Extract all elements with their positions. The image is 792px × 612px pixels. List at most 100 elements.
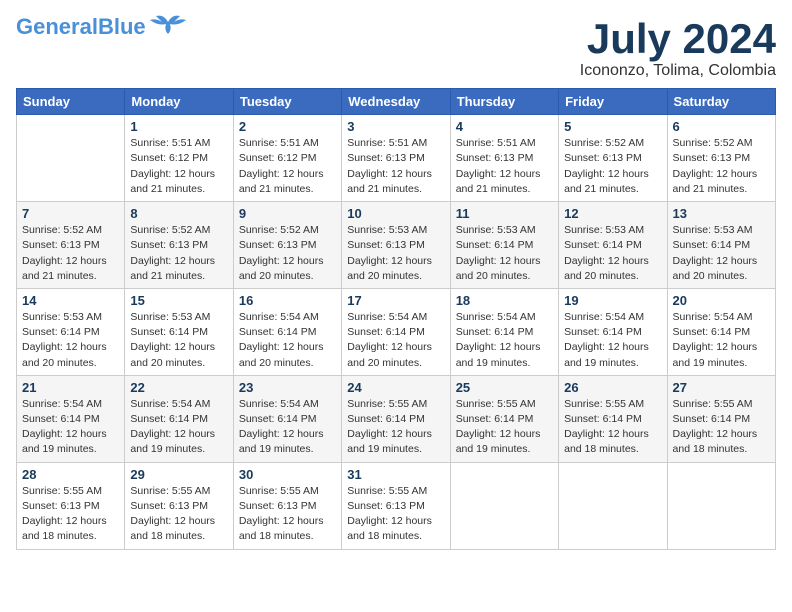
day-info: Sunrise: 5:54 AMSunset: 6:14 PMDaylight:… xyxy=(22,397,119,458)
day-number: 21 xyxy=(22,380,119,395)
day-number: 9 xyxy=(239,206,336,221)
day-number: 12 xyxy=(564,206,661,221)
day-number: 28 xyxy=(22,467,119,482)
table-row: 5Sunrise: 5:52 AMSunset: 6:13 PMDaylight… xyxy=(559,115,667,202)
table-row xyxy=(450,462,558,549)
day-info: Sunrise: 5:55 AMSunset: 6:14 PMDaylight:… xyxy=(564,397,661,458)
table-row: 25Sunrise: 5:55 AMSunset: 6:14 PMDayligh… xyxy=(450,375,558,462)
day-number: 11 xyxy=(456,206,553,221)
day-info: Sunrise: 5:55 AMSunset: 6:13 PMDaylight:… xyxy=(22,484,119,545)
table-row: 14 Sunrise: 5:53 AMSunset: 6:14 PMDayligh… xyxy=(17,288,125,375)
logo: GeneralBlue xyxy=(16,16,186,38)
day-number: 26 xyxy=(564,380,661,395)
day-number: 25 xyxy=(456,380,553,395)
table-row: 16 Sunrise: 5:54 AMSunset: 6:14 PMDayligh… xyxy=(233,288,341,375)
table-row: 12 Sunrise: 5:53 AMSunset: 6:14 PMDayligh… xyxy=(559,202,667,289)
calendar-week-row: 28 Sunrise: 5:55 AMSunset: 6:13 PMDayligh… xyxy=(17,462,776,549)
day-number: 30 xyxy=(239,467,336,482)
table-row: 23 Sunrise: 5:54 AMSunset: 6:14 PMDayligh… xyxy=(233,375,341,462)
day-info: Sunrise: 5:53 AMSunset: 6:13 PMDaylight:… xyxy=(347,223,444,284)
day-info: Sunrise: 5:53 AMSunset: 6:14 PMDaylight:… xyxy=(22,310,119,371)
table-row: 3 Sunrise: 5:51 AMSunset: 6:13 PMDaylight… xyxy=(342,115,450,202)
day-info: Sunrise: 5:52 AMSunset: 6:13 PMDaylight:… xyxy=(564,136,661,197)
logo-bird-icon xyxy=(150,12,186,34)
day-number: 22 xyxy=(130,380,227,395)
table-row xyxy=(667,462,775,549)
day-number: 16 xyxy=(239,293,336,308)
table-row: 19 Sunrise: 5:54 AMSunset: 6:14 PMDayligh… xyxy=(559,288,667,375)
day-info: Sunrise: 5:52 AMSunset: 6:13 PMDaylight:… xyxy=(673,136,770,197)
day-number: 4 xyxy=(456,119,553,134)
table-row: 10 Sunrise: 5:53 AMSunset: 6:13 PMDayligh… xyxy=(342,202,450,289)
day-number: 24 xyxy=(347,380,444,395)
table-row: 13 Sunrise: 5:53 AMSunset: 6:14 PMDayligh… xyxy=(667,202,775,289)
table-row: 6Sunrise: 5:52 AMSunset: 6:13 PMDaylight… xyxy=(667,115,775,202)
day-info: Sunrise: 5:51 AMSunset: 6:12 PMDaylight:… xyxy=(130,136,227,197)
day-number: 8 xyxy=(130,206,227,221)
calendar-week-row: 21 Sunrise: 5:54 AMSunset: 6:14 PMDayligh… xyxy=(17,375,776,462)
day-info: Sunrise: 5:52 AMSunset: 6:13 PMDaylight:… xyxy=(22,223,119,284)
day-info: Sunrise: 5:54 AMSunset: 6:14 PMDaylight:… xyxy=(130,397,227,458)
header-saturday: Saturday xyxy=(667,89,775,115)
day-number: 10 xyxy=(347,206,444,221)
header-monday: Monday xyxy=(125,89,233,115)
day-info: Sunrise: 5:53 AMSunset: 6:14 PMDaylight:… xyxy=(673,223,770,284)
table-row: 1 Sunrise: 5:51 AMSunset: 6:12 PMDaylight… xyxy=(125,115,233,202)
calendar-week-row: 14 Sunrise: 5:53 AMSunset: 6:14 PMDayligh… xyxy=(17,288,776,375)
table-row: 20 Sunrise: 5:54 AMSunset: 6:14 PMDayligh… xyxy=(667,288,775,375)
calendar-week-row: 7Sunrise: 5:52 AMSunset: 6:13 PMDaylight… xyxy=(17,202,776,289)
day-info: Sunrise: 5:51 AMSunset: 6:13 PMDaylight:… xyxy=(456,136,553,197)
header-wednesday: Wednesday xyxy=(342,89,450,115)
day-info: Sunrise: 5:53 AMSunset: 6:14 PMDaylight:… xyxy=(564,223,661,284)
day-info: Sunrise: 5:53 AMSunset: 6:14 PMDaylight:… xyxy=(456,223,553,284)
table-row: 7Sunrise: 5:52 AMSunset: 6:13 PMDaylight… xyxy=(17,202,125,289)
day-info: Sunrise: 5:54 AMSunset: 6:14 PMDaylight:… xyxy=(673,310,770,371)
day-number: 20 xyxy=(673,293,770,308)
logo-text: GeneralBlue xyxy=(16,16,146,38)
table-row: 26 Sunrise: 5:55 AMSunset: 6:14 PMDayligh… xyxy=(559,375,667,462)
day-info: Sunrise: 5:52 AMSunset: 6:13 PMDaylight:… xyxy=(130,223,227,284)
table-row: 30Sunrise: 5:55 AMSunset: 6:13 PMDayligh… xyxy=(233,462,341,549)
day-number: 31 xyxy=(347,467,444,482)
day-info: Sunrise: 5:51 AMSunset: 6:13 PMDaylight:… xyxy=(347,136,444,197)
day-info: Sunrise: 5:54 AMSunset: 6:14 PMDaylight:… xyxy=(564,310,661,371)
day-number: 19 xyxy=(564,293,661,308)
table-row: 24Sunrise: 5:55 AMSunset: 6:14 PMDayligh… xyxy=(342,375,450,462)
day-number: 29 xyxy=(130,467,227,482)
table-row: 28 Sunrise: 5:55 AMSunset: 6:13 PMDayligh… xyxy=(17,462,125,549)
day-info: Sunrise: 5:55 AMSunset: 6:13 PMDaylight:… xyxy=(347,484,444,545)
header-friday: Friday xyxy=(559,89,667,115)
location-subtitle: Icononzo, Tolima, Colombia xyxy=(580,62,776,80)
table-row: 15Sunrise: 5:53 AMSunset: 6:14 PMDayligh… xyxy=(125,288,233,375)
day-info: Sunrise: 5:54 AMSunset: 6:14 PMDaylight:… xyxy=(239,310,336,371)
weekday-header-row: Sunday Monday Tuesday Wednesday Thursday… xyxy=(17,89,776,115)
day-info: Sunrise: 5:52 AMSunset: 6:13 PMDaylight:… xyxy=(239,223,336,284)
day-number: 17 xyxy=(347,293,444,308)
month-year-title: July 2024 xyxy=(580,16,776,62)
day-info: Sunrise: 5:54 AMSunset: 6:14 PMDaylight:… xyxy=(456,310,553,371)
table-row: 9 Sunrise: 5:52 AMSunset: 6:13 PMDaylight… xyxy=(233,202,341,289)
day-number: 14 xyxy=(22,293,119,308)
table-row: 17 Sunrise: 5:54 AMSunset: 6:14 PMDayligh… xyxy=(342,288,450,375)
table-row: 27Sunrise: 5:55 AMSunset: 6:14 PMDayligh… xyxy=(667,375,775,462)
day-info: Sunrise: 5:55 AMSunset: 6:13 PMDaylight:… xyxy=(130,484,227,545)
header-tuesday: Tuesday xyxy=(233,89,341,115)
day-info: Sunrise: 5:54 AMSunset: 6:14 PMDaylight:… xyxy=(347,310,444,371)
day-number: 23 xyxy=(239,380,336,395)
table-row: 31 Sunrise: 5:55 AMSunset: 6:13 PMDayligh… xyxy=(342,462,450,549)
day-info: Sunrise: 5:51 AMSunset: 6:12 PMDaylight:… xyxy=(239,136,336,197)
day-number: 1 xyxy=(130,119,227,134)
header-sunday: Sunday xyxy=(17,89,125,115)
day-number: 13 xyxy=(673,206,770,221)
table-row: 2Sunrise: 5:51 AMSunset: 6:12 PMDaylight… xyxy=(233,115,341,202)
day-info: Sunrise: 5:54 AMSunset: 6:14 PMDaylight:… xyxy=(239,397,336,458)
table-row: 8 Sunrise: 5:52 AMSunset: 6:13 PMDaylight… xyxy=(125,202,233,289)
day-info: Sunrise: 5:53 AMSunset: 6:14 PMDaylight:… xyxy=(130,310,227,371)
table-row: 29 Sunrise: 5:55 AMSunset: 6:13 PMDayligh… xyxy=(125,462,233,549)
day-number: 3 xyxy=(347,119,444,134)
day-number: 18 xyxy=(456,293,553,308)
table-row xyxy=(17,115,125,202)
header-thursday: Thursday xyxy=(450,89,558,115)
table-row: 22 Sunrise: 5:54 AMSunset: 6:14 PMDayligh… xyxy=(125,375,233,462)
title-block: July 2024 Icononzo, Tolima, Colombia xyxy=(580,16,776,80)
